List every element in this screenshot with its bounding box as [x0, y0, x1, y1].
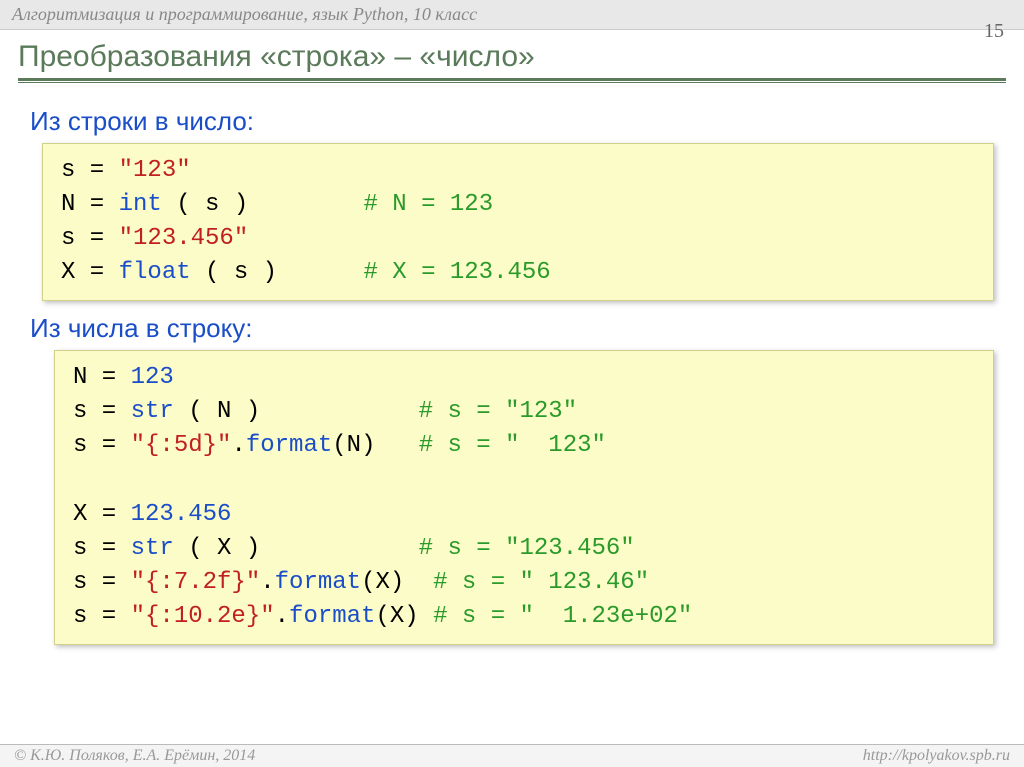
title-underline — [18, 78, 1006, 84]
code-box-1: s = "123" N = int ( s ) # N = 123 s = "1… — [42, 143, 994, 301]
code-func: str — [131, 398, 174, 425]
code-number: 123.456 — [131, 501, 232, 528]
title-area: Преобразования «строка» – «число» — [0, 30, 1024, 90]
code-text: ( N ) — [174, 398, 419, 425]
section-label-1: Из строки в число: — [30, 106, 994, 137]
code-text: s = — [73, 398, 131, 425]
code-text: (N) — [332, 432, 418, 459]
code-comment: # s = " 1.23e+02" — [433, 603, 692, 630]
code-text: . — [231, 432, 245, 459]
code-string: "123.456" — [119, 225, 249, 252]
code-comment: # N = 123 — [363, 191, 493, 218]
page-number: 15 — [984, 20, 1004, 43]
code-text: (X) — [375, 603, 433, 630]
code-text: s = — [61, 157, 119, 184]
code-text: X = — [73, 501, 131, 528]
code-text: s = — [73, 535, 131, 562]
footer: © К.Ю. Поляков, Е.А. Ерёмин, 2014 http:/… — [0, 744, 1024, 767]
code-text: s = — [61, 225, 119, 252]
code-func: format — [246, 432, 332, 459]
code-box-2: N = 123 s = str ( N ) # s = "123" s = "{… — [54, 350, 994, 645]
code-comment: # s = "123" — [419, 398, 577, 425]
content: Из строки в число: s = "123" N = int ( s… — [0, 90, 1024, 645]
code-text: ( s ) — [162, 191, 364, 218]
footer-right: http://kpolyakov.spb.ru — [863, 747, 1010, 765]
code-text: s = — [73, 432, 131, 459]
code-text: N = — [73, 364, 131, 391]
code-comment: # s = "123.456" — [419, 535, 635, 562]
section-label-2: Из числа в строку: — [30, 313, 994, 344]
slide-title: Преобразования «строка» – «число» — [18, 40, 1006, 74]
header-text: Алгоритмизация и программирование, язык … — [12, 4, 477, 24]
code-text: . — [260, 569, 274, 596]
code-string: "{:10.2e}" — [131, 603, 275, 630]
code-text: . — [275, 603, 289, 630]
code-func: str — [131, 535, 174, 562]
code-func: float — [119, 259, 191, 286]
code-text: ( X ) — [174, 535, 419, 562]
code-func: format — [275, 569, 361, 596]
footer-left: © К.Ю. Поляков, Е.А. Ерёмин, 2014 — [14, 747, 255, 765]
code-string: "123" — [119, 157, 191, 184]
header-bar: Алгоритмизация и программирование, язык … — [0, 0, 1024, 30]
code-comment: # X = 123.456 — [363, 259, 550, 286]
code-text: (X) — [361, 569, 433, 596]
code-text: s = — [73, 569, 131, 596]
code-number: 123 — [131, 364, 174, 391]
code-func: format — [289, 603, 375, 630]
code-text: ( s ) — [191, 259, 364, 286]
code-string: "{:5d}" — [131, 432, 232, 459]
code-text: X = — [61, 259, 119, 286]
code-func: int — [119, 191, 162, 218]
code-comment: # s = " 123" — [419, 432, 606, 459]
code-text: s = — [73, 603, 131, 630]
code-comment: # s = " 123.46" — [433, 569, 649, 596]
code-string: "{:7.2f}" — [131, 569, 261, 596]
code-text: N = — [61, 191, 119, 218]
